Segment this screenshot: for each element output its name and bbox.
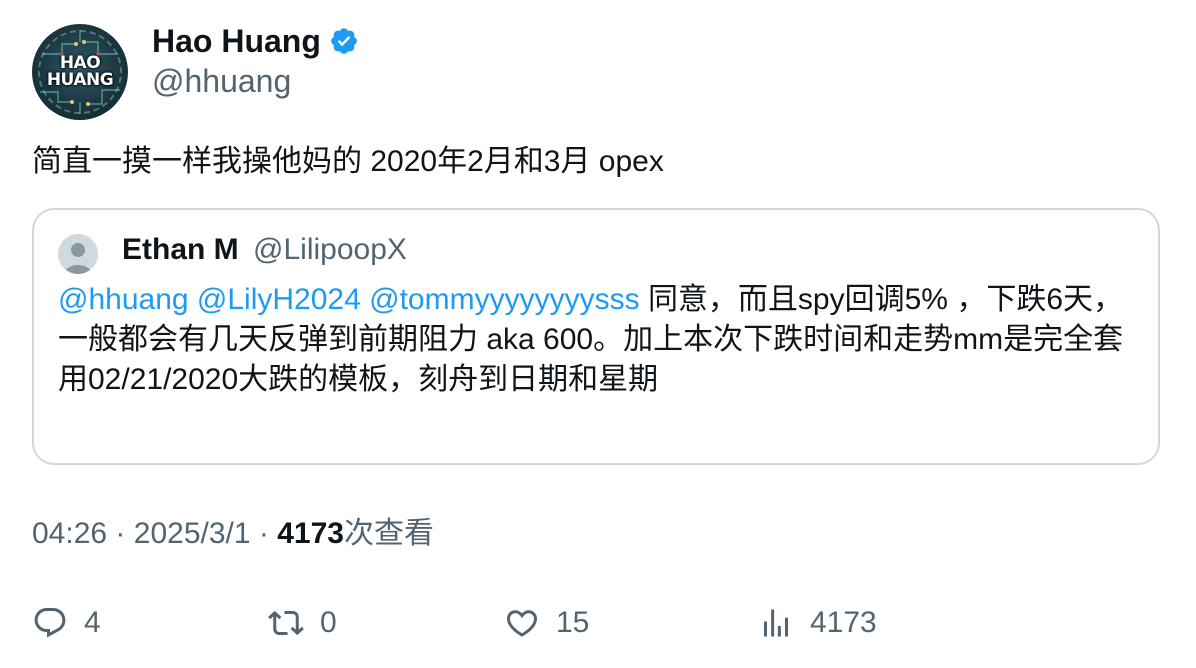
retweet-button[interactable]: 0 [268, 600, 337, 646]
tweet-date[interactable]: 2025/3/1 [134, 517, 251, 550]
author-name-text: Hao Huang [152, 23, 321, 59]
tweet-time[interactable]: 04:26 [32, 517, 107, 550]
quote-author-handle[interactable]: @LilipoopX [253, 233, 407, 266]
reply-icon [34, 608, 66, 638]
views-count: 4173 [810, 606, 877, 639]
retweet-icon [268, 610, 304, 636]
like-count: 15 [556, 606, 590, 639]
mention-link[interactable]: @LilyH2024 [197, 283, 361, 316]
like-button[interactable]: 15 [504, 600, 589, 646]
tweet-meta: 04:26 · 2025/3/1 · 4173次查看 [32, 514, 434, 554]
default-avatar-icon [58, 234, 98, 274]
quote-text: @hhuang @LilyH2024 @tommyyyyyyyysss 同意，而… [58, 280, 1138, 400]
views-button[interactable]: 4173 [758, 600, 877, 646]
author-name[interactable]: Hao Huang [152, 22, 359, 60]
reply-count: 4 [84, 606, 101, 639]
author-handle[interactable]: @hhuang [152, 62, 291, 100]
mention-link[interactable]: @tommyyyyyyyysss [369, 283, 639, 316]
heart-icon [506, 610, 538, 637]
action-bar: 4 0 15 4173 [32, 600, 1162, 646]
verified-badge-icon [331, 28, 357, 54]
avatar-logo-text: HAO HUANG [46, 55, 114, 90]
quote-header: Ethan M @LilipoopX [122, 230, 407, 270]
tweet-text: 简直一摸一样我操他妈的 2020年2月和3月 opex [32, 145, 664, 178]
meta-views-label: 次查看 [343, 517, 434, 550]
reply-button[interactable]: 4 [32, 600, 101, 646]
avatar-text-line2: HUANG [46, 70, 114, 90]
quote-avatar[interactable] [58, 234, 98, 274]
meta-separator: · [258, 517, 269, 550]
retweet-count: 0 [320, 606, 337, 639]
author-avatar[interactable]: HAO HUANG [32, 24, 128, 120]
analytics-icon [764, 609, 788, 637]
quote-author-name[interactable]: Ethan M [122, 233, 239, 266]
meta-views-count: 4173 [277, 517, 344, 550]
meta-separator: · [115, 517, 126, 550]
quoted-tweet-card[interactable]: Ethan M @LilipoopX @hhuang @LilyH2024 @t… [32, 208, 1160, 465]
mention-link[interactable]: @hhuang [58, 283, 189, 316]
